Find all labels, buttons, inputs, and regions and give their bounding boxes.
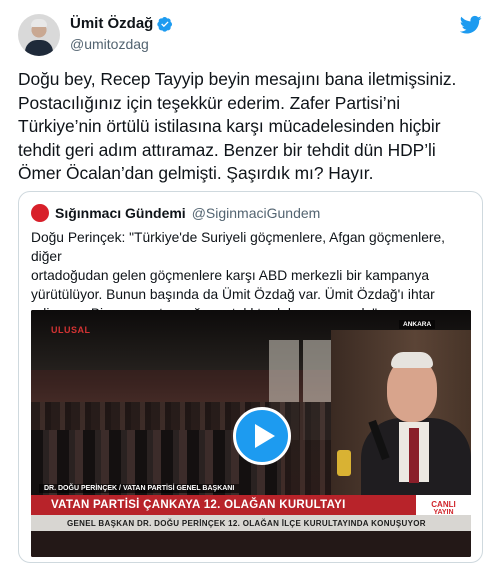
verified-badge-icon (157, 16, 173, 32)
tweet-card: Ümit Özdağ @umitozdag Doğu bey, Recep Ta… (0, 0, 493, 566)
author-handle[interactable]: @umitozdag (70, 36, 149, 52)
quoted-avatar (31, 204, 49, 222)
channel-logo: ULUSAL (51, 325, 91, 335)
author-name-row[interactable]: Ümit Özdağ (70, 15, 173, 32)
speaker-label: DR. DOĞU PERİNÇEK / VATAN PARTİSİ GENEL … (39, 484, 240, 493)
twitter-bird-icon[interactable] (460, 15, 482, 35)
subline-banner: GENEL BAŞKAN DR. DOĞU PERİNÇEK 12. OLAĞA… (31, 515, 471, 531)
subline-text: GENEL BAŞKAN DR. DOĞU PERİNÇEK 12. OLAĞA… (67, 518, 426, 528)
quoted-header: Sığınmacı Gündemi @SiginmaciGundem (31, 204, 320, 222)
headline-text: VATAN PARTİSİ ÇANKAYA 12. OLAĞAN KURULTA… (51, 499, 346, 511)
location-tag: ANKARA (399, 320, 436, 329)
video-speaker-tie (409, 428, 419, 483)
author-avatar[interactable] (18, 14, 60, 56)
video-player[interactable]: ULUSAL ANKARA DR. DOĞU PERİNÇEK / VATAN … (31, 310, 471, 557)
video-bottom-strip (31, 531, 471, 557)
quoted-text: Doğu Perinçek: "Türkiye'de Suriyeli göçm… (31, 230, 445, 321)
quoted-tweet[interactable]: Sığınmacı Gündemi @SiginmaciGundem Doğu … (18, 191, 483, 563)
video-speaker-hair (391, 352, 433, 368)
play-button[interactable] (233, 407, 291, 465)
headline-banner: VATAN PARTİSİ ÇANKAYA 12. OLAĞAN KURULTA… (31, 495, 416, 515)
author-name[interactable]: Ümit Özdağ (70, 15, 153, 32)
live-label: CANLI (431, 499, 456, 509)
quoted-author-name: Sığınmacı Gündemi (55, 205, 186, 221)
quoted-author-handle: @SiginmaciGundem (191, 205, 321, 221)
play-icon (254, 424, 275, 448)
microphone-icon (337, 450, 351, 476)
tweet-text: Doğu bey, Recep Tayyip beyin mesajını ba… (18, 69, 457, 183)
